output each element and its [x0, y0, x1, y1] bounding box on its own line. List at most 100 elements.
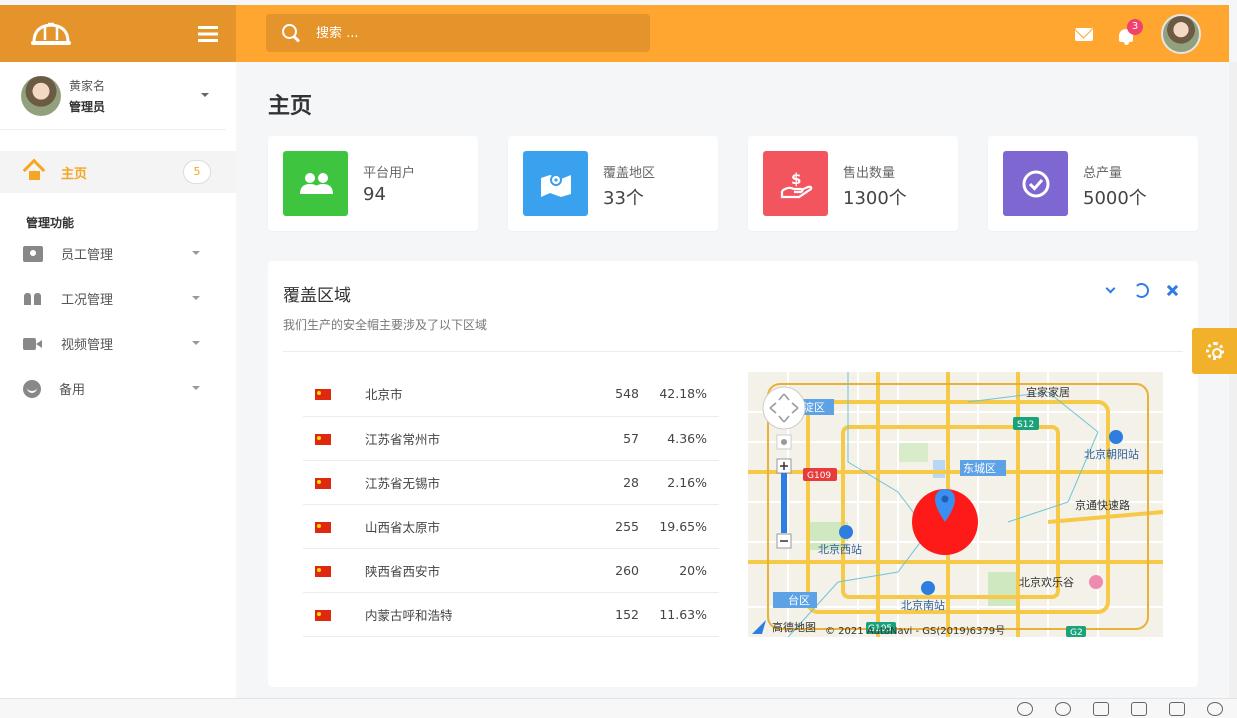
- sidebar-item-label: 员工管理: [61, 248, 114, 263]
- stat-card-sold: $ 售出数量 1300个: [748, 136, 958, 231]
- stat-card-users: 平台用户 94: [268, 136, 478, 231]
- region-count: 260: [545, 548, 639, 593]
- user-info: 黄家名 管理员: [69, 77, 105, 115]
- sidebar-item-label: 备用: [59, 383, 86, 398]
- region-count: 28: [545, 460, 639, 505]
- rocket-icon[interactable]: [1017, 702, 1033, 716]
- sidebar-item-spare[interactable]: 备用: [0, 366, 236, 411]
- china-flag-icon: [315, 477, 331, 489]
- region-count: 255: [545, 504, 639, 549]
- stat-label: 售出数量: [843, 166, 896, 181]
- smile-icon: [23, 379, 41, 398]
- table-row: 北京市 548 42.18%: [303, 372, 719, 417]
- map-label: 北京朝阳站: [1084, 447, 1139, 461]
- region-percent: 2.16%: [639, 460, 719, 505]
- region-table: 北京市 548 42.18% 江苏省常州市 57 4.36% 江苏省无锡市 28…: [303, 372, 719, 637]
- sidebar-item-video[interactable]: 视频管理: [0, 321, 236, 366]
- count-badge: 5: [183, 160, 211, 184]
- map-copyright: © 2021 AutoNavi - GS(2019)6379号: [825, 625, 1005, 637]
- check-circle-icon: [1003, 151, 1068, 216]
- region-count: 57: [545, 416, 639, 461]
- notification-badge: 3: [1127, 19, 1143, 35]
- settings-button[interactable]: [1192, 328, 1237, 374]
- refresh-icon[interactable]: [1134, 283, 1149, 298]
- user-name: 黄家名: [69, 78, 106, 93]
- region-percent: 19.65%: [639, 504, 719, 549]
- chevron-down-icon: [192, 341, 200, 345]
- user-block[interactable]: 黄家名 管理员: [0, 62, 226, 130]
- zoom-icon[interactable]: [1207, 702, 1223, 716]
- search-input[interactable]: [316, 25, 616, 41]
- region-percent: 4.36%: [639, 416, 719, 461]
- sidebar-item-staff[interactable]: 员工管理: [0, 231, 236, 276]
- divider: [283, 351, 1183, 352]
- sidebar-item-label: 工况管理: [61, 293, 114, 308]
- map-canvas[interactable]: 宜家家居 S12 北京朝阳站 G109 东城区 京通快速路 淀区 北京西站 北京…: [748, 372, 1163, 637]
- map-label: 宜家家居: [1026, 385, 1070, 399]
- stat-label: 平台用户: [363, 166, 416, 181]
- table-row: 江苏省常州市 57 4.36%: [303, 416, 719, 461]
- map-label: 台区: [788, 593, 810, 607]
- hamburger-icon[interactable]: [198, 25, 218, 42]
- status-bar: [0, 698, 1237, 718]
- home-icon: [24, 164, 44, 180]
- zoom-slider[interactable]: [781, 473, 787, 533]
- table-row: 陕西省西安市 260 20%: [303, 548, 719, 593]
- map-label: 北京南站: [901, 598, 945, 612]
- region-name: 内蒙古呼和浩特: [365, 592, 545, 637]
- stat-value: 1300个: [843, 188, 907, 209]
- video-icon: [23, 336, 43, 352]
- china-flag-icon: [315, 433, 331, 445]
- region-count: 152: [545, 592, 639, 637]
- chevron-down-icon: [192, 251, 200, 255]
- map-pan-control[interactable]: [762, 386, 806, 430]
- speaker-icon[interactable]: [1131, 702, 1147, 716]
- gear-icon: [1205, 342, 1224, 360]
- search-box[interactable]: [266, 14, 650, 52]
- table-row: 江苏省无锡市 28 2.16%: [303, 460, 719, 505]
- scrollbar[interactable]: [1229, 62, 1237, 698]
- people-icon: [23, 291, 43, 307]
- map-label: 北京西站: [818, 542, 862, 556]
- region-name: 江苏省常州市: [365, 416, 545, 461]
- stat-value: 94: [363, 184, 386, 205]
- hard-hat-icon[interactable]: [30, 20, 72, 48]
- users-icon: [283, 151, 348, 216]
- map-label: 淀区: [803, 400, 825, 414]
- stat-label: 覆盖地区: [603, 166, 656, 181]
- window-icon[interactable]: [1169, 702, 1185, 716]
- sidebar: 黄家名 管理员 主页 5 管理功能 员工管理 工况管理 视频管理 备用: [0, 62, 236, 698]
- china-flag-icon: [315, 521, 331, 533]
- notification-button[interactable]: 3: [1117, 19, 1143, 45]
- mail-icon[interactable]: [1075, 27, 1093, 41]
- coverage-map[interactable]: 宜家家居 S12 北京朝阳站 G109 东城区 京通快速路 淀区 北京西站 北京…: [748, 372, 1163, 637]
- top-main: 3: [236, 5, 1229, 62]
- map-label: S12: [1017, 420, 1034, 430]
- top-avatar[interactable]: [1161, 14, 1201, 54]
- trash-icon[interactable]: [1093, 702, 1109, 716]
- stat-value: 5000个: [1083, 188, 1147, 209]
- top-right-tools: 3: [1075, 14, 1201, 54]
- region-name: 陕西省西安市: [365, 548, 545, 593]
- avatar: [21, 75, 61, 116]
- chevron-down-icon: [192, 296, 200, 300]
- search-icon[interactable]: [282, 24, 300, 42]
- svg-text:$: $: [791, 170, 801, 188]
- speed-icon[interactable]: [1055, 702, 1071, 716]
- sidebar-item-label: 视频管理: [61, 338, 114, 353]
- panel-subtitle: 我们生产的安全帽主要涉及了以下区域: [283, 318, 488, 332]
- stat-card-regions: 覆盖地区 33个: [508, 136, 718, 231]
- hand-dollar-icon: $: [763, 151, 828, 216]
- sidebar-item-home[interactable]: 主页 5: [0, 151, 236, 193]
- collapse-icon[interactable]: [1103, 283, 1118, 298]
- region-percent: 20%: [639, 548, 719, 593]
- table-row: 山西省太原市 255 19.65%: [303, 504, 719, 549]
- china-flag-icon: [315, 609, 331, 621]
- region-count: 548: [545, 372, 639, 417]
- coverage-panel: 覆盖区域 我们生产的安全帽主要涉及了以下区域 北京市 548 42.18% 江苏…: [268, 261, 1198, 687]
- sidebar-item-condition[interactable]: 工况管理: [0, 276, 236, 321]
- chevron-down-icon[interactable]: [201, 93, 209, 97]
- map-label: 北京欢乐谷: [1019, 575, 1074, 589]
- china-flag-icon: [315, 565, 331, 577]
- close-icon[interactable]: [1165, 283, 1180, 298]
